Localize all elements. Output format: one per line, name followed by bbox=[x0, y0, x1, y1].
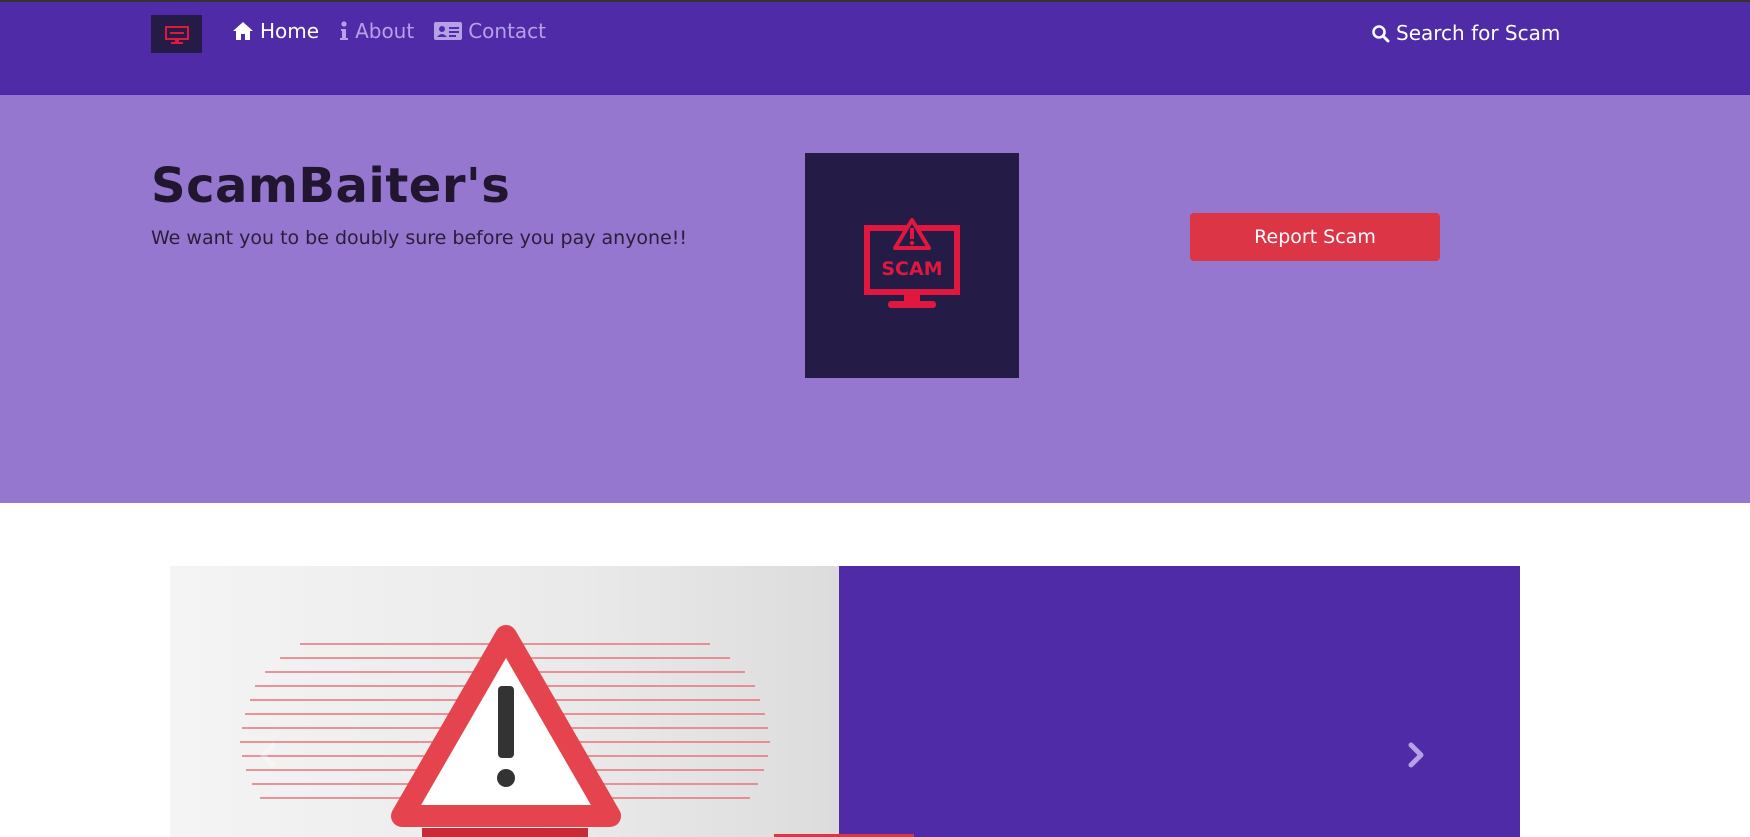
search-label: Search for Scam bbox=[1396, 21, 1561, 45]
nav-about[interactable]: About bbox=[339, 19, 414, 43]
carousel-slide-panel bbox=[839, 566, 1520, 837]
hero-section: ScamBaiter's We want you to be doubly su… bbox=[0, 95, 1750, 503]
carousel-next-button[interactable] bbox=[1400, 740, 1430, 770]
nav-contact[interactable]: Contact bbox=[434, 19, 546, 43]
scam-monitor-icon bbox=[164, 26, 189, 44]
brand-logo[interactable] bbox=[151, 15, 202, 53]
hero-subtitle: We want you to be doubly sure before you… bbox=[151, 227, 688, 249]
scam-logo: SCAM bbox=[805, 153, 1019, 378]
search-for-scam-link[interactable]: Search for Scam bbox=[1371, 21, 1560, 45]
carousel-slide-image bbox=[170, 566, 839, 837]
navbar: Home About Contact Search for Scam bbox=[0, 0, 1750, 95]
search-icon bbox=[1372, 24, 1390, 42]
page-title: ScamBaiter's bbox=[151, 158, 511, 214]
nav-links: Home About Contact bbox=[232, 19, 546, 43]
info-icon bbox=[340, 21, 349, 40]
report-scam-button[interactable]: Report Scam bbox=[1190, 213, 1440, 261]
carousel bbox=[170, 566, 1520, 837]
nav-home[interactable]: Home bbox=[232, 19, 319, 43]
warning-triangle-icon bbox=[240, 625, 770, 837]
chevron-left-icon bbox=[260, 742, 276, 768]
chevron-right-icon bbox=[1408, 742, 1424, 768]
scam-logo-text: SCAM bbox=[881, 258, 942, 280]
scam-monitor-icon: SCAM bbox=[864, 218, 960, 308]
nav-about-label: About bbox=[355, 19, 415, 43]
nav-home-label: Home bbox=[260, 19, 320, 43]
contact-card-icon bbox=[434, 22, 463, 40]
carousel-prev-button[interactable] bbox=[254, 740, 284, 770]
nav-contact-label: Contact bbox=[468, 19, 547, 43]
home-icon bbox=[233, 22, 253, 40]
